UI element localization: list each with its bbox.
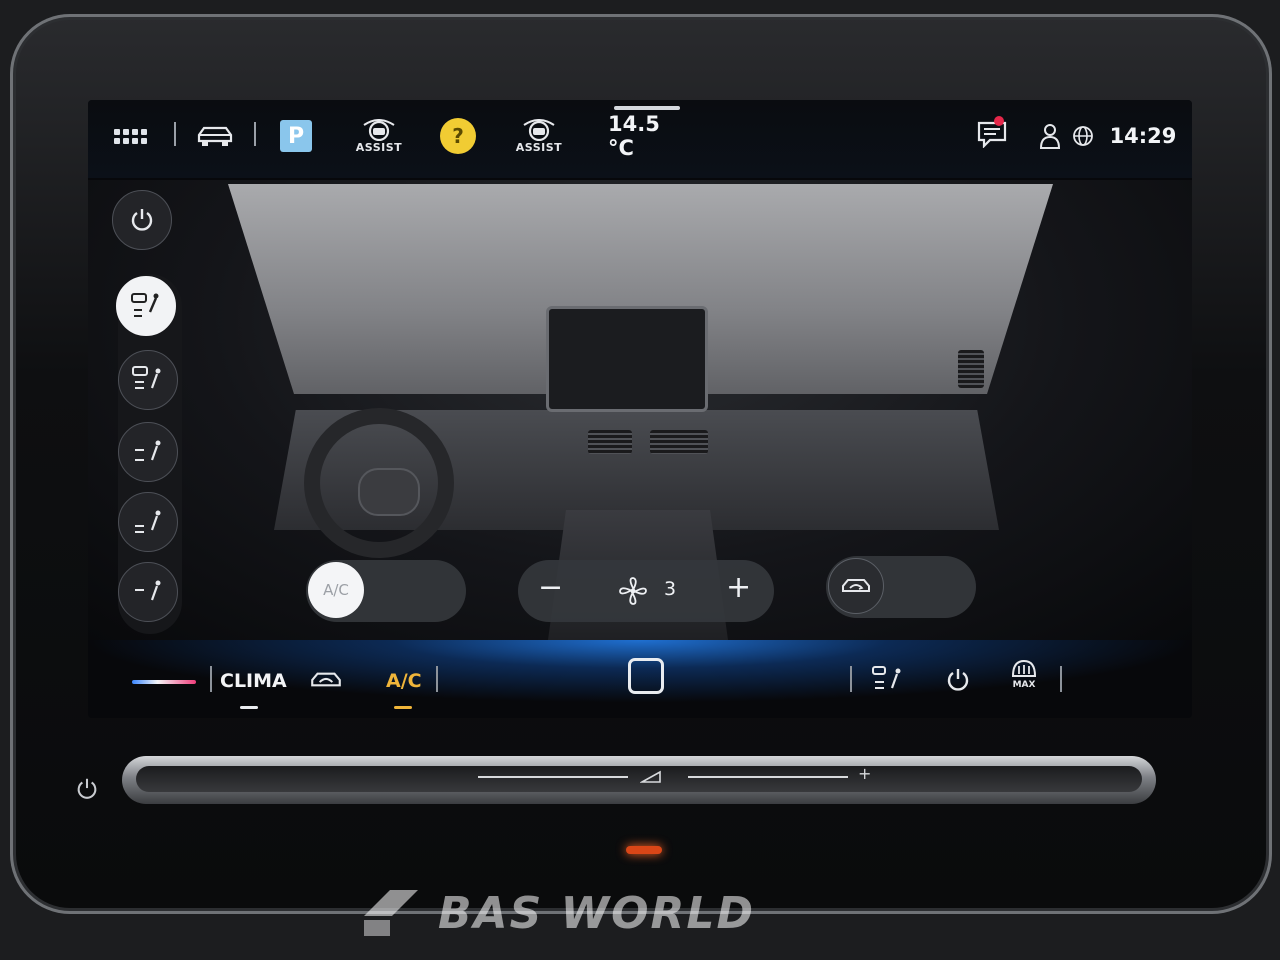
airflow-shortcut[interactable] <box>870 664 906 700</box>
airflow-auto-button[interactable] <box>116 276 176 336</box>
profile-button[interactable] <box>1036 118 1064 154</box>
notification-dot <box>994 116 1004 126</box>
assist-label: ASSIST <box>515 140 563 154</box>
airflow-defrost-body-button[interactable] <box>118 350 178 410</box>
airflow-body-button[interactable] <box>118 562 178 622</box>
airflow-feet-button[interactable] <box>118 492 178 552</box>
divider <box>174 122 176 146</box>
status-led <box>626 846 662 854</box>
vehicle-button[interactable] <box>192 118 238 154</box>
assist-label: ASSIST <box>355 140 403 154</box>
airflow-feet-icon <box>135 510 161 533</box>
power-icon <box>77 778 97 799</box>
airflow-body-feet-icon <box>872 666 901 689</box>
center-vent-right <box>650 430 708 454</box>
recirculation-toggle[interactable] <box>826 556 976 618</box>
divider <box>850 666 852 692</box>
hardware-power-button[interactable] <box>74 776 100 802</box>
top-status-bar: P ASSIST ? ASSIST 14.5 °C 14:29 <box>88 100 1192 178</box>
power-icon <box>947 669 969 691</box>
divider <box>210 666 212 692</box>
assist-button-2[interactable]: ASSIST <box>514 118 564 154</box>
divider <box>436 666 438 692</box>
divider <box>1060 666 1062 692</box>
fan-level-value: 3 <box>664 578 677 600</box>
connectivity-status[interactable] <box>1070 118 1096 154</box>
globe-icon <box>1073 126 1093 146</box>
max-label: MAX <box>1012 680 1036 690</box>
climate-power-button[interactable] <box>112 190 172 250</box>
power-icon <box>131 209 153 231</box>
recirculation-icon <box>842 579 870 592</box>
clima-tab-indicator <box>240 706 258 709</box>
apps-grid-icon <box>113 128 147 144</box>
max-defrost-button[interactable]: MAX <box>1010 658 1038 690</box>
bottom-climate-bar: CLIMA A/C MAX <box>88 640 1192 718</box>
steering-hub <box>358 468 420 516</box>
center-vent-left <box>588 430 632 454</box>
volume-line-right <box>688 776 848 778</box>
airflow-body-feet-button[interactable] <box>118 422 178 482</box>
driver-assist-icon <box>363 118 395 141</box>
volume-wedge-icon <box>640 770 661 783</box>
recirculation-shortcut[interactable] <box>308 668 344 696</box>
fan-increase-button[interactable]: + <box>726 571 751 605</box>
lane-assist-icon <box>523 118 555 141</box>
help-button[interactable]: ? <box>438 118 478 154</box>
defrost-icon <box>1011 659 1037 677</box>
messages-button[interactable] <box>972 116 1012 154</box>
recirculation-icon <box>311 672 341 687</box>
volume-plus-icon: + <box>858 764 872 783</box>
fan-speed-control: − 3 + <box>518 560 774 622</box>
divider <box>254 122 256 146</box>
home-button[interactable] <box>628 658 664 694</box>
fan-icon <box>619 577 647 605</box>
volume-line-left <box>478 776 628 778</box>
ac-shortcut-indicator <box>394 706 412 709</box>
help-icon: ? <box>440 118 476 154</box>
parking-icon: P <box>280 120 312 152</box>
ac-toggle-knob: A/C <box>308 562 364 618</box>
ac-toggle[interactable]: A/C <box>306 560 466 622</box>
message-icon <box>977 121 1007 149</box>
outside-temperature: 14.5 °C <box>608 112 660 160</box>
assist-button-1[interactable]: ASSIST <box>354 118 404 154</box>
recirculation-knob <box>828 558 884 614</box>
center-display-image <box>546 306 708 412</box>
parking-button[interactable]: P <box>278 118 314 154</box>
airflow-body-icon <box>135 580 161 601</box>
clima-tab[interactable]: CLIMA <box>220 670 287 692</box>
watermark: BAS WORLD <box>360 886 755 940</box>
airflow-windshield-body-icon <box>131 293 159 317</box>
fan-decrease-button[interactable]: − <box>538 571 563 605</box>
ac-shortcut[interactable]: A/C <box>386 670 422 692</box>
temperature-gradient-slider[interactable] <box>132 680 196 684</box>
climate-power-shortcut[interactable] <box>944 666 972 698</box>
side-vent <box>958 350 984 388</box>
apps-menu-button[interactable] <box>102 118 158 154</box>
volume-slider-strip[interactable]: + <box>122 756 1156 804</box>
airflow-defrost-icon <box>132 366 161 389</box>
infotainment-screen: P ASSIST ? ASSIST 14.5 °C 14:29 A/C − 3 … <box>88 100 1192 718</box>
airflow-body-feet-icon <box>135 440 161 461</box>
car-icon <box>197 126 233 146</box>
volume-slider-track: + <box>136 764 1142 792</box>
bas-world-logo-icon <box>364 890 418 936</box>
pull-down-handle[interactable] <box>614 106 680 110</box>
watermark-text: BAS WORLD <box>438 887 755 939</box>
user-profile-icon <box>1039 124 1061 149</box>
clock: 14:29 <box>1109 124 1177 148</box>
